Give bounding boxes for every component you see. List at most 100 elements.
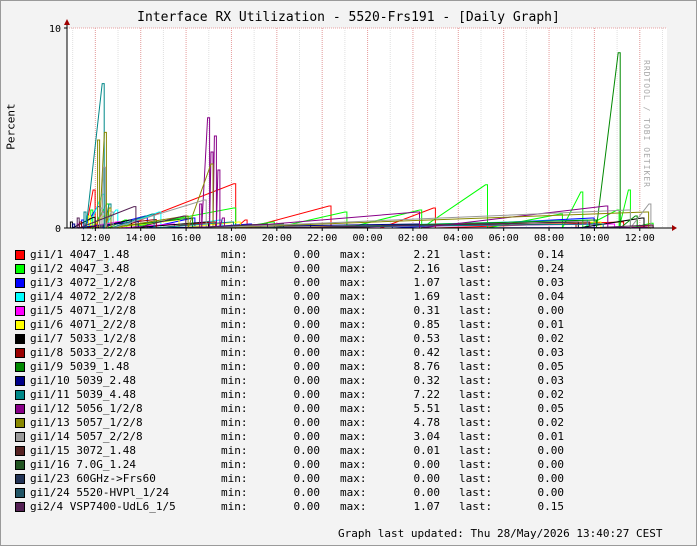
legend-max-value: 0.00 — [413, 458, 441, 471]
legend-max-label: max: — [340, 290, 367, 303]
legend-min-value: 0.00 — [293, 444, 321, 457]
legend-max-value: 0.32 — [413, 374, 441, 387]
legend-min-label: min: — [221, 290, 248, 303]
legend-last-label: last: — [459, 472, 493, 485]
legend-min-value: 0.00 — [293, 248, 321, 261]
legend-row: gi1/12 5056_1/2/8 min: 0.00 max: 5.51 last: 0.… — [15, 402, 575, 416]
legend-last-value: 0.00 — [537, 486, 565, 499]
legend-last-label: last: — [459, 444, 493, 457]
legend-max-value: 0.00 — [413, 472, 441, 485]
legend-swatch — [15, 446, 25, 456]
legend-row: gi1/11 5039_4.48 min: 0.00 max: 7.22 last: 0.0… — [15, 388, 575, 402]
legend-last-value: 0.04 — [537, 290, 565, 303]
legend-series-name: gi1/10 5039_2.48 — [30, 374, 136, 387]
last-updated-text: Graph last updated: Thu 28/May/2026 13:4… — [338, 527, 663, 540]
legend-min-label: min: — [221, 346, 248, 359]
legend-series-name: gi1/2 4047_3.48 — [30, 262, 130, 275]
legend-min-value: 0.00 — [293, 290, 321, 303]
legend-swatch — [15, 320, 25, 330]
legend-max-label: max: — [340, 332, 367, 345]
legend-last-label: last: — [459, 458, 493, 471]
legend-swatch — [15, 264, 25, 274]
legend-row: gi1/2 4047_3.48 min: 0.00 max: 2.16 last: 0.24 — [15, 262, 575, 276]
legend-swatch — [15, 292, 25, 302]
legend-last-value: 0.02 — [537, 332, 565, 345]
legend-min-value: 0.00 — [293, 388, 321, 401]
y-axis-label: Percent — [4, 103, 18, 150]
legend-max-value: 0.01 — [413, 444, 441, 457]
legend-last-label: last: — [459, 276, 493, 289]
y-tick-label: 0 — [55, 224, 61, 235]
legend-min-label: min: — [221, 374, 248, 387]
legend-last-label: last: — [459, 388, 493, 401]
legend-last-label: last: — [459, 318, 493, 331]
legend-last-value: 0.03 — [537, 346, 565, 359]
legend-min-value: 0.00 — [293, 472, 321, 485]
legend-row: gi1/1 4047_1.48 min: 0.00 max: 2.21 last: 0.14 — [15, 248, 575, 262]
legend-last-label: last: — [459, 360, 493, 373]
legend-min-label: min: — [221, 332, 248, 345]
legend-last-label: last: — [459, 304, 493, 317]
legend-series-name: gi1/23 60GHz->Frs60 — [30, 472, 156, 485]
legend-last-label: last: — [459, 486, 493, 499]
y-tick-label: 10 — [49, 24, 61, 35]
legend-min-label: min: — [221, 458, 248, 471]
legend-last-label: last: — [459, 500, 493, 513]
legend-swatch — [15, 250, 25, 260]
legend-min-label: min: — [221, 500, 248, 513]
legend-min-label: min: — [221, 402, 248, 415]
legend-max-value: 2.16 — [413, 262, 441, 275]
legend-min-label: min: — [221, 248, 248, 261]
legend-row: gi1/3 4072_1/2/8 min: 0.00 max: 1.07 last: 0.0… — [15, 276, 575, 290]
legend-series-name: gi1/13 5057_1/2/8 — [30, 416, 143, 429]
legend-max-value: 7.22 — [413, 388, 441, 401]
legend-min-value: 0.00 — [293, 430, 321, 443]
legend-row: gi1/15 3072_1.48 min: 0.00 max: 0.01 last: 0.0… — [15, 444, 575, 458]
legend-min-value: 0.00 — [293, 402, 321, 415]
legend-max-value: 0.42 — [413, 346, 441, 359]
legend-row: gi1/9 5039_1.48 min: 0.00 max: 8.76 last: 0.05 — [15, 360, 575, 374]
legend-last-label: last: — [459, 332, 493, 345]
legend-min-label: min: — [221, 486, 248, 499]
legend-row: gi1/14 5057_2/2/8 min: 0.00 max: 3.04 last: 0.… — [15, 430, 575, 444]
legend-min-value: 0.00 — [293, 262, 321, 275]
legend-swatch — [15, 432, 25, 442]
legend-min-value: 0.00 — [293, 500, 321, 513]
legend-max-label: max: — [340, 430, 367, 443]
legend-max-value: 1.07 — [413, 276, 441, 289]
legend-row: gi1/23 60GHz->Frs60 min: 0.00 max: 0.00 last:… — [15, 472, 575, 486]
x-tick-label: 16:00 — [171, 233, 201, 244]
legend-row: gi1/7 5033_1/2/8 min: 0.00 max: 0.53 last: 0.0… — [15, 332, 575, 346]
legend-swatch — [15, 376, 25, 386]
legend-swatch — [15, 460, 25, 470]
legend-swatch — [15, 418, 25, 428]
legend-row: gi1/10 5039_2.48 min: 0.00 max: 0.32 last: 0.0… — [15, 374, 575, 388]
legend-max-label: max: — [340, 500, 367, 513]
legend-min-label: min: — [221, 360, 248, 373]
legend-max-label: max: — [340, 318, 367, 331]
legend-max-label: max: — [340, 486, 367, 499]
legend-min-label: min: — [221, 416, 248, 429]
x-tick-label: 06:00 — [489, 233, 519, 244]
x-tick-label: 00:00 — [353, 233, 383, 244]
legend-series-name: gi2/4 VSP7400-UdL6_1/5 — [30, 500, 176, 513]
legend-max-label: max: — [340, 416, 367, 429]
legend-min-value: 0.00 — [293, 416, 321, 429]
legend-min-label: min: — [221, 318, 248, 331]
legend-max-value: 0.85 — [413, 318, 441, 331]
x-tick-label: 20:00 — [262, 233, 292, 244]
legend-last-value: 0.03 — [537, 374, 565, 387]
legend-series-name: gi1/5 4071_1/2/8 — [30, 304, 136, 317]
legend-last-value: 0.00 — [537, 444, 565, 457]
legend-last-value: 0.14 — [537, 248, 565, 261]
legend-min-label: min: — [221, 276, 248, 289]
legend-row: gi1/4 4072_2/2/8 min: 0.00 max: 1.69 last: 0.0… — [15, 290, 575, 304]
legend-series-name: gi1/24 5520-HVPl_1/24 — [30, 486, 170, 499]
legend-series-name: gi1/6 4071_2/2/8 — [30, 318, 136, 331]
legend-swatch — [15, 502, 25, 512]
legend-series-name: gi1/15 3072_1.48 — [30, 444, 136, 457]
x-tick-label: 14:00 — [126, 233, 156, 244]
legend-series-name: gi1/16 7.0G_1.24 — [30, 458, 136, 471]
legend-swatch — [15, 362, 25, 372]
legend-series-name: gi1/4 4072_2/2/8 — [30, 290, 136, 303]
